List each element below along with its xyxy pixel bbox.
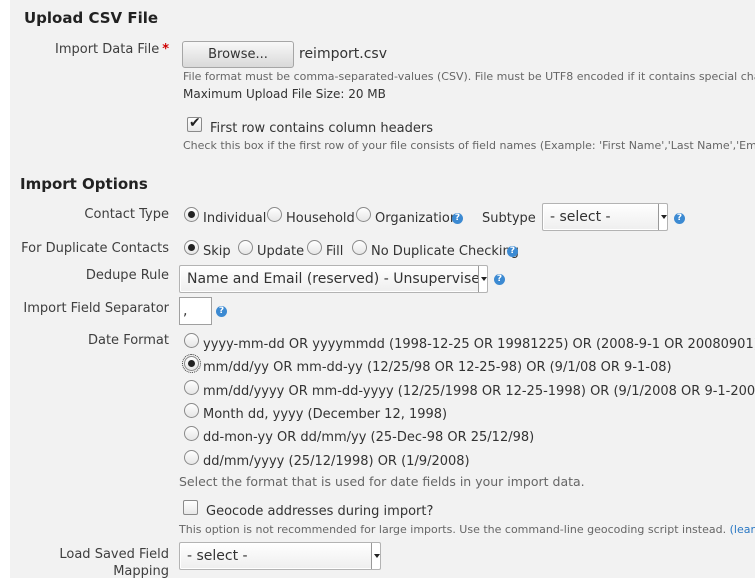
- subtype-select-value: - select -: [550, 209, 611, 225]
- date-format-radio-6[interactable]: [184, 450, 199, 465]
- subtype-select[interactable]: - select -: [542, 203, 668, 231]
- date-format-option-3: mm/dd/yyyy OR mm-dd-yyyy (12/25/1998 OR …: [203, 384, 755, 399]
- saved-mapping-label: Load Saved Field Mapping: [59, 547, 169, 579]
- import-options-heading: Import Options: [20, 175, 148, 193]
- contact-type-organization-radio[interactable]: [356, 207, 371, 222]
- date-format-radio-4[interactable]: [184, 403, 199, 418]
- help-icon[interactable]: ?: [216, 306, 227, 317]
- contact-type-label: Contact Type: [84, 207, 169, 222]
- geocode-label: Geocode addresses during import?: [206, 504, 434, 519]
- learn-more-link[interactable]: (learn m: [730, 523, 755, 536]
- required-mark: *: [162, 42, 169, 57]
- contact-type-organization-label: Organization: [375, 211, 459, 226]
- saved-mapping-select[interactable]: - select -: [179, 542, 381, 570]
- dedupe-rule-select[interactable]: Name and Email (reserved) - Unsupervised: [179, 265, 488, 293]
- selected-file-name: reimport.csv: [299, 46, 388, 62]
- duplicates-skip-radio[interactable]: [184, 240, 199, 255]
- help-icon[interactable]: ?: [507, 246, 518, 257]
- date-format-desc: Select the format that is used for date …: [179, 474, 585, 489]
- date-format-option-4: Month dd, yyyy (December 12, 1998): [203, 407, 448, 422]
- dedupe-rule-value: Name and Email (reserved) - Unsupervised: [187, 271, 488, 287]
- duplicate-contacts-label: For Duplicate Contacts: [21, 241, 169, 256]
- date-format-option-1: yyyy-mm-dd OR yyyymmdd (1998-12-25 OR 19…: [203, 337, 755, 352]
- help-icon[interactable]: ?: [674, 213, 685, 224]
- file-format-desc: File format must be comma-separated-valu…: [183, 70, 755, 83]
- geocode-desc: This option is not recommended for large…: [179, 523, 755, 536]
- first-row-headers-checkbox[interactable]: [187, 115, 202, 132]
- duplicates-skip-label: Skip: [203, 244, 231, 259]
- contact-type-household-label: Household: [286, 211, 355, 226]
- contact-type-individual-label: Individual: [203, 211, 267, 226]
- duplicates-update-radio[interactable]: [238, 240, 253, 255]
- field-separator-label: Import Field Separator: [23, 301, 169, 316]
- date-format-radio-3[interactable]: [184, 380, 199, 395]
- browse-button[interactable]: Browse...: [182, 41, 294, 68]
- geocode-checkbox[interactable]: [183, 500, 198, 515]
- date-format-option-6: dd/mm/yyyy (25/12/1998) OR (1/9/2008): [203, 454, 470, 469]
- date-format-label: Date Format: [87, 333, 169, 348]
- date-format-option-2: mm/dd/yy OR mm-dd-yy (12/25/98 OR 12-25-…: [203, 360, 672, 375]
- duplicates-none-radio[interactable]: [352, 240, 367, 255]
- contact-type-individual-radio[interactable]: [184, 207, 199, 222]
- date-format-option-5: dd-mon-yy OR dd/mm/yy (25-Dec-98 OR 25/1…: [203, 430, 535, 445]
- saved-mapping-value: - select -: [187, 548, 248, 564]
- duplicates-none-label: No Duplicate Checking: [371, 244, 519, 259]
- first-row-headers-desc: Check this box if the first row of your …: [183, 139, 755, 152]
- help-icon[interactable]: ?: [494, 274, 505, 285]
- chevron-down-icon: [478, 266, 487, 292]
- max-upload-size: Maximum Upload File Size: 20 MB: [183, 87, 386, 101]
- first-row-headers-label: First row contains column headers: [210, 121, 433, 136]
- chevron-down-icon: [371, 543, 380, 569]
- date-format-radio-1[interactable]: [184, 333, 199, 348]
- duplicates-fill-radio[interactable]: [307, 240, 322, 255]
- subtype-label: Subtype: [482, 211, 536, 226]
- chevron-down-icon: [658, 204, 667, 230]
- field-separator-input[interactable]: [179, 297, 212, 325]
- date-format-radio-2[interactable]: [182, 354, 201, 373]
- upload-heading: Upload CSV File: [24, 9, 159, 27]
- duplicates-fill-label: Fill: [326, 244, 344, 259]
- contact-type-household-radio[interactable]: [267, 207, 282, 222]
- duplicates-update-label: Update: [257, 244, 305, 259]
- import-file-label: Import Data File *: [54, 42, 169, 57]
- date-format-radio-5[interactable]: [184, 426, 199, 441]
- dedupe-rule-label: Dedupe Rule: [85, 268, 169, 283]
- help-icon[interactable]: ?: [452, 213, 463, 224]
